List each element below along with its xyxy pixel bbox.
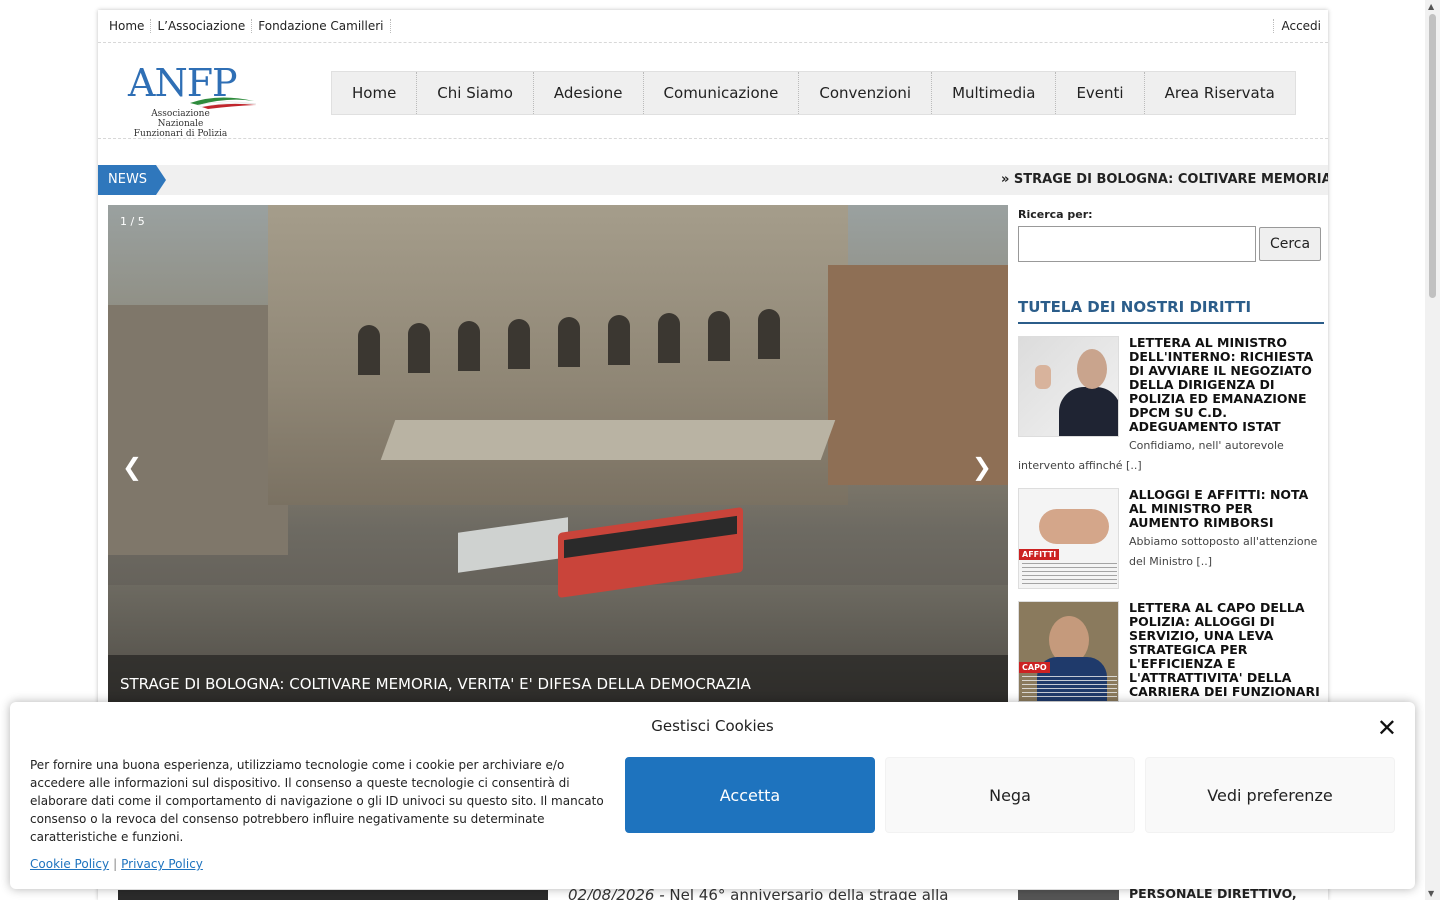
top-link-fondazione[interactable]: Fondazione Camilleri: [252, 19, 391, 33]
top-link-home[interactable]: Home: [103, 19, 152, 33]
widget-post[interactable]: LETTERA AL MINISTRO DELL'INTERNO: RICHIE…: [1018, 336, 1324, 476]
preferences-button[interactable]: Vedi preferenze: [1145, 757, 1395, 833]
nav-item-comunicazione[interactable]: Comunicazione: [644, 72, 800, 114]
site-logo[interactable]: ANFP Associazione Nazionale Funzionari d…: [128, 61, 263, 139]
thumb-tag: CAPO: [1019, 662, 1050, 673]
slide-photo-canopy: [380, 420, 836, 460]
slide-photo-side-building: [828, 265, 1008, 485]
post-thumbnail[interactable]: AFFITTI: [1018, 488, 1119, 589]
scroll-down-icon[interactable]: ▼: [1428, 889, 1434, 898]
deny-button[interactable]: Nega: [885, 757, 1135, 833]
slide-photo-window: [508, 319, 530, 369]
nav-item-home[interactable]: Home: [332, 72, 418, 114]
post-excerpt: Confidiamo, nell' autorevole intervento …: [1018, 439, 1284, 472]
login-link[interactable]: Accedi: [1273, 19, 1321, 33]
news-ticker-bar: NEWS » STRAGE DI BOLOGNA: COLTIVARE MEMO…: [98, 165, 1328, 195]
slide-photo-window: [458, 321, 480, 371]
post-thumbnail[interactable]: CAPO: [1018, 601, 1119, 702]
thumb-text-lines: [1022, 563, 1117, 585]
news-label: NEWS: [98, 165, 166, 195]
page-scrollbar[interactable]: ▲ ▼: [1425, 0, 1440, 900]
thumb-hands-keys: [1039, 509, 1109, 544]
logo-subtitle: Associazione Nazionale Funzionari di Pol…: [133, 109, 228, 139]
scrollbar-thumb[interactable]: [1429, 14, 1436, 298]
main-nav: Home Chi Siamo Adesione Comunicazione Co…: [331, 71, 1296, 115]
slide-caption[interactable]: STRAGE DI BOLOGNA: COLTIVARE MEMORIA, VE…: [108, 655, 1008, 705]
search-label: Ricerca per:: [1018, 208, 1093, 221]
slide-photo-window: [558, 317, 580, 367]
nav-item-multimedia[interactable]: Multimedia: [932, 72, 1057, 114]
search-button[interactable]: Cerca: [1259, 227, 1321, 261]
thumb-figure-head: [1077, 349, 1107, 389]
top-bar: Home L’Associazione Fondazione Camilleri…: [98, 10, 1328, 43]
thumb-figure-suit: [1059, 387, 1118, 436]
widget-post[interactable]: CAPO LETTERA AL CAPO DELLA POLIZIA: ALLO…: [1018, 601, 1324, 702]
cookie-banner: Gestisci Cookies ✕ Per fornire una buona…: [10, 702, 1415, 889]
slide-photo-ruin: [108, 305, 288, 555]
search-input[interactable]: [1018, 226, 1256, 262]
close-icon[interactable]: ✕: [1377, 714, 1397, 742]
link-separator: |: [113, 857, 118, 871]
widget-title: TUTELA DEI NOSTRI DIRITTI: [1018, 298, 1324, 324]
nav-item-convenzioni[interactable]: Convenzioni: [799, 72, 933, 114]
cookie-title: Gestisci Cookies: [651, 717, 774, 735]
slide-counter: 1 / 5: [120, 215, 145, 228]
top-link-associazione[interactable]: L’Associazione: [151, 19, 253, 33]
slider-prev-icon[interactable]: ❮: [122, 453, 142, 481]
privacy-policy-link[interactable]: Privacy Policy: [121, 857, 203, 871]
logo-subtitle-line2: Funzionari di Polizia: [133, 129, 228, 139]
sidebar-thumb[interactable]: [1018, 890, 1119, 900]
slide-photo-window: [358, 325, 380, 375]
thumb-text-lines: [1022, 676, 1117, 698]
slide-photo-window: [608, 315, 630, 365]
top-links: Home L’Associazione Fondazione Camilleri: [103, 19, 391, 33]
flag-swoosh-icon: [190, 97, 257, 109]
widget-post[interactable]: AFFITTI ALLOGGI E AFFITTI: NOTA AL MINIS…: [1018, 488, 1324, 589]
logo-subtitle-line1: Associazione Nazionale: [151, 109, 210, 129]
nav-item-eventi[interactable]: Eventi: [1056, 72, 1145, 114]
slide-photo-window: [658, 313, 680, 363]
slide-photo-window: [758, 309, 780, 359]
post-thumbnail[interactable]: [1018, 336, 1119, 437]
hero-slider[interactable]: 1 / 5 ❮ ❯ STRAGE DI BOLOGNA: COLTIVARE M…: [108, 205, 1008, 705]
thumb-tag: AFFITTI: [1019, 549, 1060, 560]
cookie-text: Per fornire una buona esperienza, utiliz…: [30, 758, 604, 844]
nav-item-area-riservata[interactable]: Area Riservata: [1145, 72, 1295, 114]
cookie-links: Cookie Policy | Privacy Policy: [30, 857, 203, 871]
thumb-figure-hand: [1035, 365, 1051, 389]
slide-photo-window: [408, 323, 430, 373]
article-image[interactable]: [118, 890, 548, 900]
slider-next-icon[interactable]: ❯: [972, 453, 992, 481]
header: ANFP Associazione Nazionale Funzionari d…: [98, 43, 1328, 139]
nav-item-adesione[interactable]: Adesione: [534, 72, 644, 114]
nav-item-chi-siamo[interactable]: Chi Siamo: [417, 72, 534, 114]
sidebar: Ricerca per: Cerca TUTELA DEI NOSTRI DIR…: [1018, 205, 1324, 702]
search-form: Cerca: [1018, 226, 1324, 262]
news-ticker-item[interactable]: » STRAGE DI BOLOGNA: COLTIVARE MEMORIA, …: [1001, 165, 1328, 195]
slide-photo-window: [708, 311, 730, 361]
scroll-up-icon[interactable]: ▲: [1428, 2, 1434, 11]
cookie-policy-link[interactable]: Cookie Policy: [30, 857, 109, 871]
accept-button[interactable]: Accetta: [625, 757, 875, 833]
